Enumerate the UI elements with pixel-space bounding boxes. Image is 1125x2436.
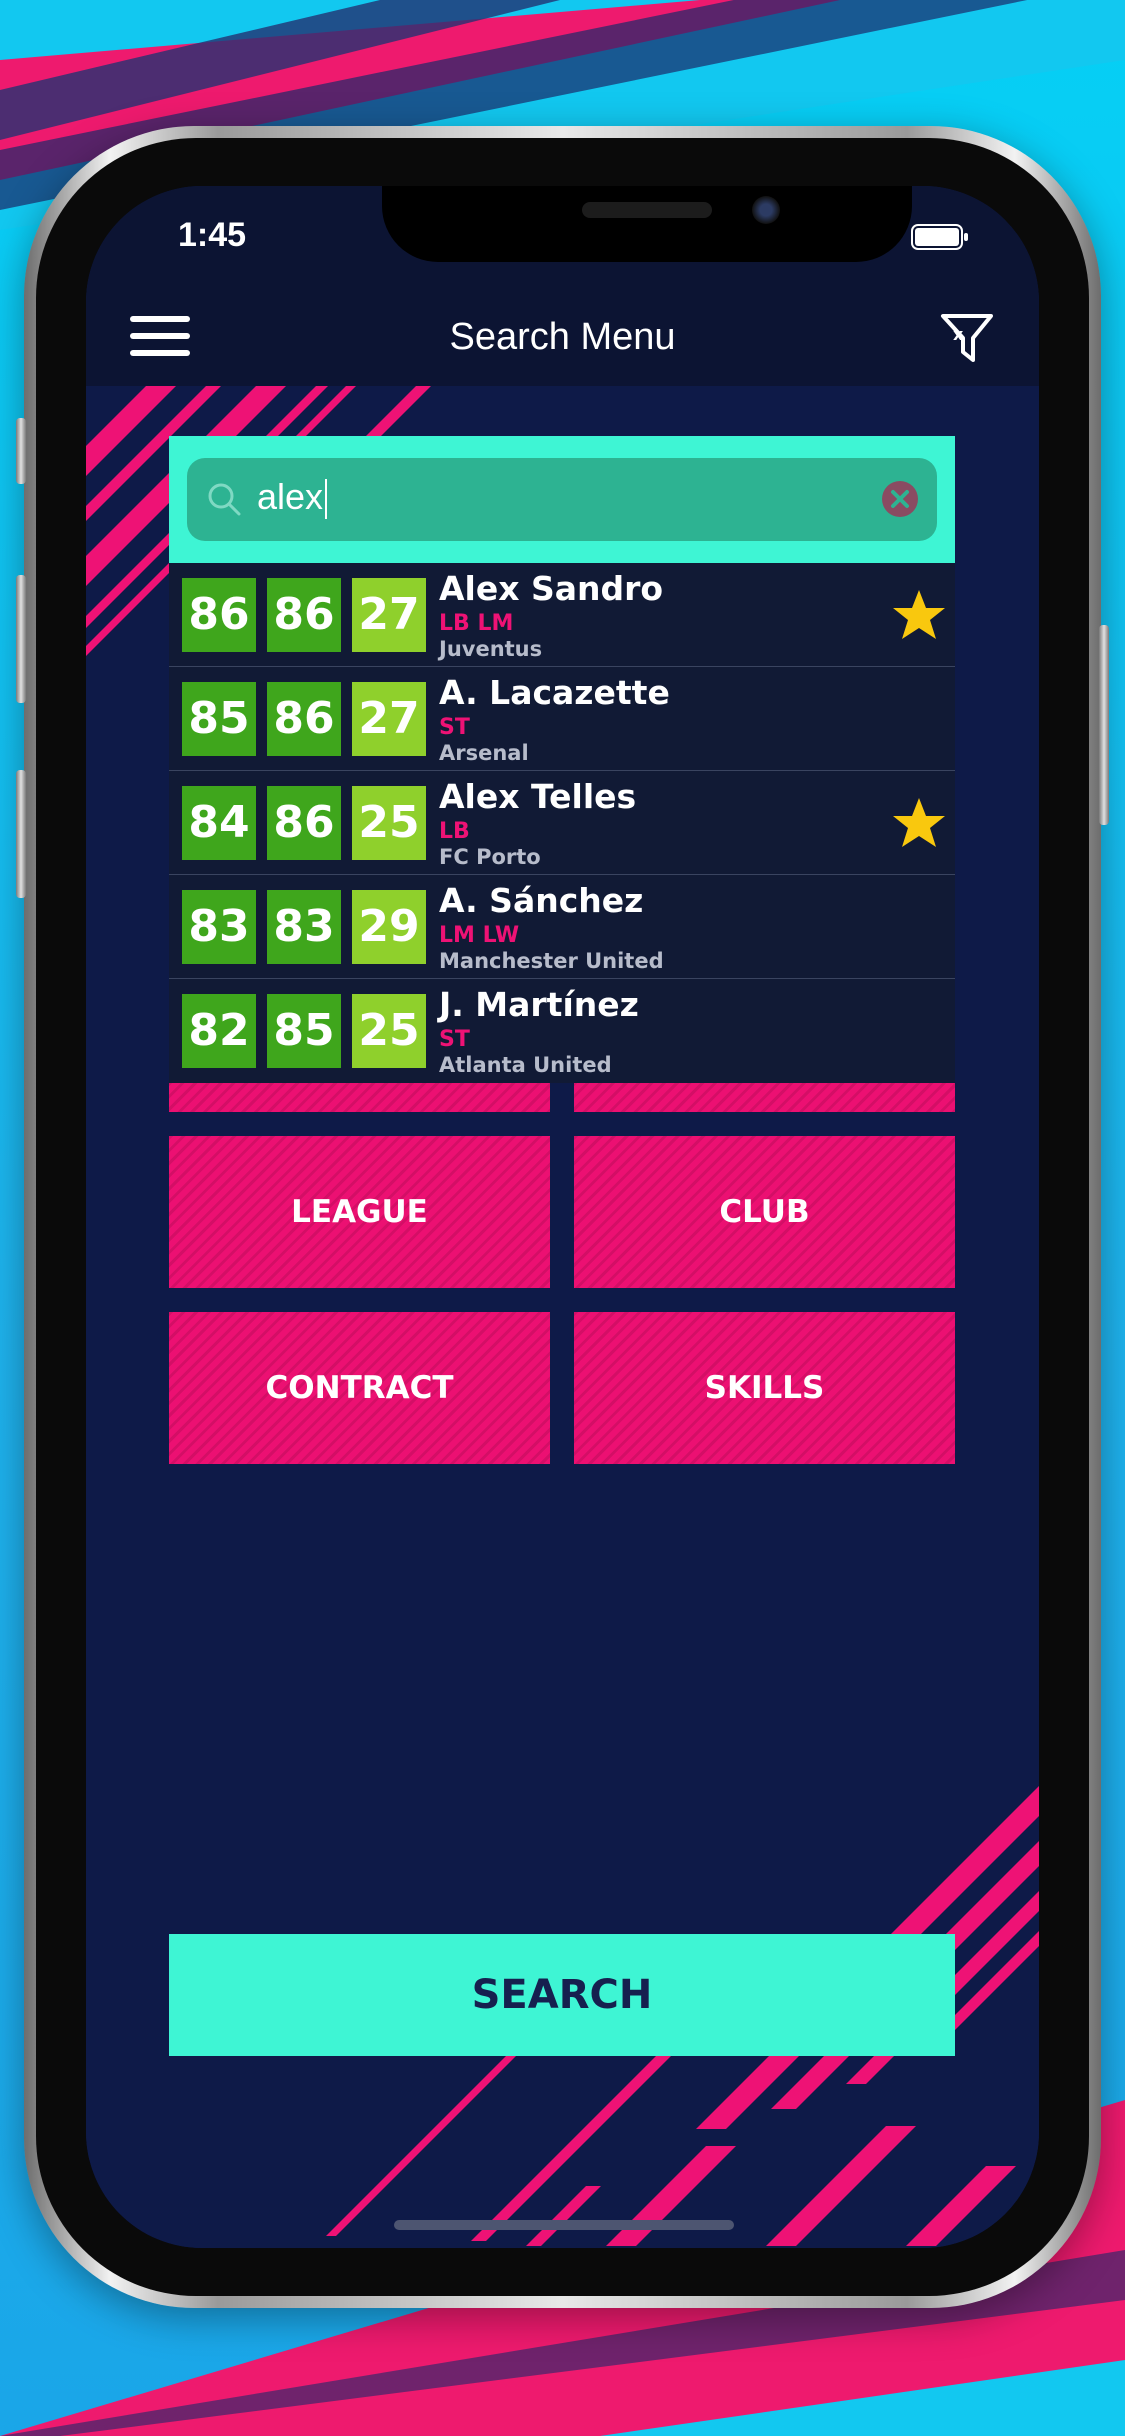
- league-button[interactable]: LEAGUE: [169, 1136, 550, 1288]
- player-positions: LB: [439, 819, 470, 844]
- favorite-star-icon[interactable]: [891, 795, 947, 851]
- list-item[interactable]: 82 85 25 J. Martínez ST Atlanta United: [169, 979, 955, 1083]
- app-screen: 1:45 Search Menu x alex 86 86 27 Alex Sa…: [86, 186, 1039, 2248]
- text-caret: [325, 479, 328, 520]
- search-icon: [208, 483, 241, 516]
- overall-rating: 84: [182, 786, 256, 860]
- club-button[interactable]: CLUB: [574, 1136, 955, 1288]
- search-input[interactable]: alex: [187, 458, 937, 541]
- battery-icon: [911, 224, 968, 250]
- player-positions: ST: [439, 715, 470, 740]
- player-positions: ST: [439, 1027, 470, 1052]
- search-results-list: 86 86 27 Alex Sandro LB LM Juventus 85 8…: [169, 563, 955, 1083]
- favorite-star-icon[interactable]: [891, 587, 947, 643]
- player-name: Alex Sandro: [439, 569, 664, 608]
- list-item[interactable]: 86 86 27 Alex Sandro LB LM Juventus: [169, 563, 955, 667]
- volume-up-button: [16, 575, 26, 703]
- home-indicator[interactable]: [394, 2220, 734, 2230]
- overall-rating: 82: [182, 994, 256, 1068]
- volume-down-button: [16, 770, 26, 898]
- filter-clear-icon[interactable]: x: [939, 310, 995, 366]
- player-club: Atlanta United: [439, 1053, 612, 1077]
- player-club: FC Porto: [439, 845, 541, 869]
- power-button: [1099, 625, 1109, 825]
- search-query-text: alex: [257, 476, 328, 520]
- player-club: Arsenal: [439, 741, 529, 765]
- age-badge: 29: [352, 890, 426, 964]
- skills-button[interactable]: SKILLS: [574, 1312, 955, 1464]
- hidden-filter-button-right[interactable]: [574, 1082, 955, 1112]
- search-button[interactable]: SEARCH: [169, 1934, 955, 2056]
- page-title: Search Menu: [449, 316, 676, 358]
- age-badge: 25: [352, 786, 426, 860]
- potential-rating: 86: [267, 578, 341, 652]
- svg-text:x: x: [953, 325, 964, 344]
- phone-side-button: [16, 418, 26, 484]
- age-badge: 25: [352, 994, 426, 1068]
- player-positions: LB LM: [439, 611, 514, 636]
- player-name: A. Sánchez: [439, 881, 644, 920]
- player-name: Alex Telles: [439, 777, 637, 816]
- age-badge: 27: [352, 682, 426, 756]
- player-positions: LM LW: [439, 923, 520, 948]
- list-item[interactable]: 83 83 29 A. Sánchez LM LW Manchester Uni…: [169, 875, 955, 979]
- player-name: A. Lacazette: [439, 673, 670, 712]
- potential-rating: 85: [267, 994, 341, 1068]
- potential-rating: 86: [267, 682, 341, 756]
- speaker-grille: [582, 202, 712, 218]
- search-container: alex: [169, 436, 955, 563]
- hidden-filter-button-left[interactable]: [169, 1082, 550, 1112]
- overall-rating: 85: [182, 682, 256, 756]
- status-time: 1:45: [178, 216, 247, 254]
- front-camera: [752, 196, 780, 224]
- potential-rating: 83: [267, 890, 341, 964]
- list-item[interactable]: 84 86 25 Alex Telles LB FC Porto: [169, 771, 955, 875]
- overall-rating: 83: [182, 890, 256, 964]
- overall-rating: 86: [182, 578, 256, 652]
- player-club: Juventus: [439, 637, 543, 661]
- potential-rating: 86: [267, 786, 341, 860]
- navigation-bar: Search Menu x: [86, 290, 1039, 386]
- contract-button[interactable]: CONTRACT: [169, 1312, 550, 1464]
- player-club: Manchester United: [439, 949, 664, 973]
- phone-notch: [382, 186, 912, 262]
- clear-search-icon[interactable]: [881, 480, 919, 518]
- age-badge: 27: [352, 578, 426, 652]
- player-name: J. Martínez: [439, 985, 639, 1024]
- list-item[interactable]: 85 86 27 A. Lacazette ST Arsenal: [169, 667, 955, 771]
